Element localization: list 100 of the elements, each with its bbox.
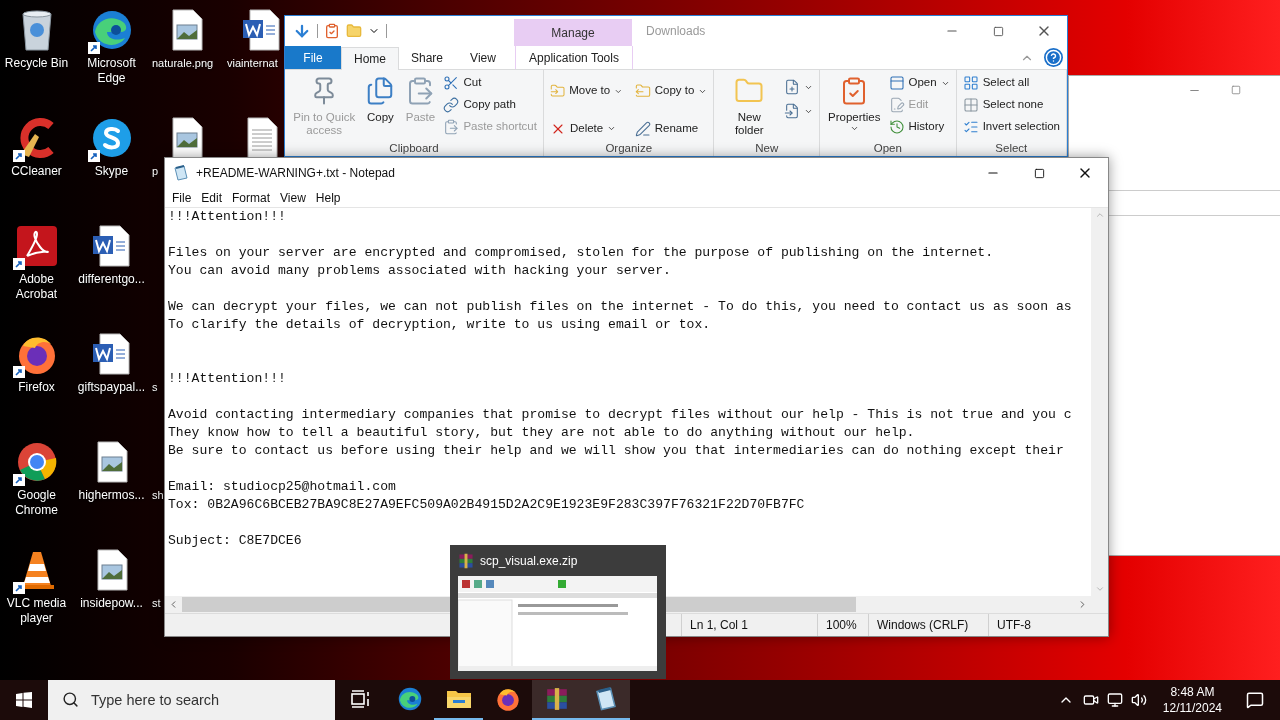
taskbar-app-button[interactable]: [581, 680, 630, 720]
ribbon-button[interactable]: Invert selection: [960, 116, 1062, 138]
desktop-icon-label[interactable]: CCleaner: [0, 164, 74, 179]
folder-icon: [445, 688, 472, 710]
desktop-icon-label[interactable]: s: [149, 380, 158, 395]
desktop-icon-label[interactable]: st: [149, 596, 161, 611]
menu-item[interactable]: Edit: [196, 188, 228, 207]
camera-icon[interactable]: [1082, 692, 1099, 708]
link-icon: [443, 97, 460, 113]
edge-icon: [396, 686, 423, 712]
ribbon-group-label: New: [754, 141, 780, 156]
desktop-icon-label[interactable]: Adobe Acrobat: [0, 272, 74, 302]
scroll-up-icon: [1094, 210, 1105, 220]
grid-icon: [962, 75, 979, 91]
file-icon: [784, 103, 801, 119]
ribbon-tab[interactable]: View: [455, 46, 511, 69]
caret-icon: [607, 124, 617, 133]
shortcut-arrow-icon: [12, 474, 25, 486]
desktop-icon-label[interactable]: Recycle Bin: [0, 56, 74, 71]
folder-icon: [549, 83, 566, 99]
clock[interactable]: 8:48 AM 12/11/2024: [1154, 684, 1230, 716]
ribbon-group-label: Select: [994, 141, 1029, 156]
ribbon-button[interactable]: Select none: [960, 94, 1062, 116]
desktop-icon-label[interactable]: viainternat: [224, 56, 278, 71]
desktop-icon-label[interactable]: Firefox: [0, 380, 74, 395]
scissors-icon: [443, 75, 460, 91]
desktop-icon-label[interactable]: insidepow...: [74, 596, 149, 611]
notification-icon[interactable]: [1246, 691, 1264, 709]
shortcut-arrow-icon: [12, 258, 25, 270]
search-icon: [62, 691, 79, 708]
windows-logo-icon: [16, 692, 32, 708]
stacked-books-icon: [458, 553, 474, 569]
folder-icon: [634, 83, 651, 99]
ribbon-button[interactable]: Copy path: [441, 94, 539, 116]
shortcut-arrow-icon: [12, 582, 25, 594]
ribbon-button[interactable]: Open: [886, 72, 952, 94]
desktop-icon-label[interactable]: VLC media player: [0, 596, 74, 626]
ribbon-button[interactable]: New folder: [718, 72, 781, 141]
desktop-icon-label[interactable]: differentgo...: [74, 272, 149, 287]
desktop-icon-label[interactable]: giftspaypal...: [74, 380, 149, 395]
ribbon-button[interactable]: Delete: [547, 117, 625, 140]
window-title: +README-WARNING+.txt - Notepad: [196, 165, 395, 182]
notepad-icon: [173, 165, 189, 181]
ribbon-tab[interactable]: Application Tools: [515, 46, 633, 69]
shortcut-arrow-icon: [12, 150, 25, 162]
preview-title: scp_visual.exe.zip: [480, 553, 578, 570]
ribbon-tab[interactable]: Home: [341, 47, 399, 70]
ribbon-button[interactable]: Copy to: [632, 80, 710, 102]
menu-item[interactable]: File: [167, 188, 197, 207]
desktop-icon-label[interactable]: highermos...: [74, 488, 149, 503]
window-title: Downloads: [646, 23, 706, 40]
ribbon-button[interactable]: Properties: [824, 72, 885, 141]
ribbon-group-label: Organize: [604, 141, 654, 156]
clipboard-icon: [443, 119, 460, 135]
desktop-icon-label[interactable]: Microsoft Edge: [74, 56, 149, 86]
ribbon-button[interactable]: History: [886, 116, 952, 138]
download-arrow-icon[interactable]: [293, 22, 311, 40]
status-bar-item: Ln 1, Col 1: [681, 614, 817, 636]
shortcut-arrow-icon: [12, 366, 25, 378]
menu-item[interactable]: Help: [310, 188, 346, 207]
firefox-icon: [494, 686, 521, 712]
shortcut-arrow-icon: [87, 150, 100, 162]
pen-icon: [634, 120, 651, 137]
maximize-icon: [992, 25, 1004, 37]
checklist-icon: [962, 119, 979, 135]
stacked-books-icon: [544, 687, 569, 711]
vertical-scrollbar[interactable]: [1091, 208, 1108, 596]
ribbon-button[interactable]: Select all: [960, 72, 1062, 94]
new-file-icon: [784, 79, 801, 95]
desktop-icon-label[interactable]: p: [149, 164, 159, 179]
ribbon-tab[interactable]: File: [285, 46, 341, 69]
history-icon: [888, 119, 905, 135]
desktop-icon-label[interactable]: sh: [149, 488, 164, 503]
ribbon-tab[interactable]: Share: [399, 46, 455, 69]
desktop-icon-label[interactable]: Google Chrome: [0, 488, 74, 518]
notepad-icon: [593, 687, 618, 711]
shortcut-arrow-icon: [87, 42, 100, 54]
caret-icon: [849, 124, 859, 133]
network-icon[interactable]: [1106, 692, 1123, 708]
menu-item[interactable]: Format: [227, 188, 276, 207]
window-icon: [888, 75, 905, 91]
volume-icon[interactable]: [1130, 692, 1147, 708]
ribbon-button[interactable]: Move to: [547, 80, 625, 102]
context-tab-header: Manage: [514, 19, 632, 46]
window-preview-popup[interactable]: scp_visual.exe.zip: [450, 545, 666, 679]
checklist-icon[interactable]: [324, 23, 340, 39]
edit-icon: [888, 97, 905, 113]
ribbon-button[interactable]: Rename: [632, 117, 710, 140]
maximize-icon: [1033, 167, 1045, 179]
ribbon-group-label: Open: [872, 141, 903, 156]
status-bar-item: 100%: [817, 614, 868, 636]
search-field[interactable]: Type here to search: [48, 680, 335, 720]
menu-item[interactable]: View: [275, 188, 311, 207]
desktop-icon-label[interactable]: Skype: [74, 164, 149, 179]
help-icon[interactable]: [1044, 48, 1063, 67]
desktop-icon-label[interactable]: naturale.png: [149, 56, 214, 71]
ribbon-group-label: Clipboard: [388, 141, 440, 156]
ribbon-button[interactable]: Copy: [361, 72, 400, 141]
taskbar-app-button[interactable]: [532, 680, 581, 720]
ribbon-button[interactable]: Cut: [441, 72, 539, 94]
